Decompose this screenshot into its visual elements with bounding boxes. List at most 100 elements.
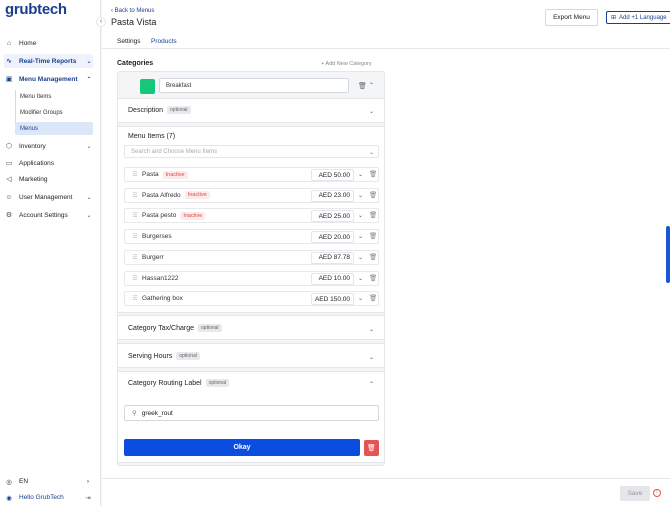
- menu-item-row[interactable]: ☰ Pasta pesto Inactive AED 25.00 ⌄ 🗑: [124, 208, 379, 224]
- chevron-down-icon: ⌄: [368, 150, 374, 156]
- trash-icon[interactable]: 🗑: [369, 274, 377, 282]
- delete-category-button[interactable]: 🗑: [364, 440, 379, 456]
- trash-icon[interactable]: 🗑: [369, 191, 377, 199]
- trash-icon[interactable]: 🗑: [358, 82, 367, 90]
- serving-hours-section[interactable]: Serving Hours optional ⌄: [118, 343, 384, 368]
- sidebar-item-label: Real-Time Reports: [19, 57, 77, 65]
- sidebar-collapse-button[interactable]: ‹: [96, 17, 106, 27]
- menu-item-price[interactable]: AED 10.00: [311, 272, 354, 285]
- category-color-swatch[interactable]: [140, 79, 155, 94]
- drag-handle-icon[interactable]: ☰: [128, 171, 142, 178]
- back-to-menus-link[interactable]: ‹ Back to Menus: [111, 8, 154, 14]
- trash-icon[interactable]: 🗑: [369, 253, 377, 261]
- megaphone-icon: ◁: [6, 176, 12, 183]
- trash-icon[interactable]: 🗑: [369, 211, 377, 219]
- sidebar-item-applications[interactable]: ▭ Applications: [4, 156, 93, 170]
- sidebar-item-inventory[interactable]: ⬡ Inventory ⌄: [4, 139, 93, 153]
- chevron-down-icon[interactable]: ⌄: [369, 354, 374, 361]
- sidebar-item-label: Menu Management: [19, 75, 78, 83]
- menu-item-name: Pasta pesto: [142, 212, 177, 220]
- chevron-down-icon[interactable]: ⌄: [358, 275, 363, 282]
- export-menu-button[interactable]: Export Menu: [545, 9, 598, 26]
- sidebar-item-real-time-reports[interactable]: ∿ Real-Time Reports ⌄: [4, 54, 93, 68]
- routing-label-title: Category Routing Label optional: [128, 379, 230, 387]
- chevron-down-icon[interactable]: ⌄: [358, 171, 363, 178]
- user-icon: ◉: [6, 494, 12, 502]
- language-selector[interactable]: ◎ EN ›: [4, 476, 92, 487]
- add-new-category-button[interactable]: + Add New Category: [321, 61, 372, 67]
- tax-title: Category Tax/Charge optional: [128, 324, 222, 332]
- drag-handle-icon[interactable]: ☰: [128, 212, 142, 219]
- drag-handle-icon[interactable]: ☰: [128, 233, 142, 240]
- optional-badge: optional: [176, 352, 200, 360]
- activity-icon: ∿: [6, 58, 12, 65]
- sidebar-item-marketing[interactable]: ◁ Marketing: [4, 172, 93, 186]
- chevron-down-icon: ⌄: [86, 194, 92, 201]
- chevron-down-icon[interactable]: ⌄: [358, 295, 363, 302]
- menu-item-price[interactable]: AED 87.78: [311, 251, 354, 264]
- user-profile[interactable]: ◉ Hello GrubTech ⇥: [4, 492, 92, 503]
- drag-handle-icon[interactable]: ☰: [128, 192, 142, 199]
- main-content: ‹ Back to Menus Pasta Vista Export Menu …: [102, 0, 670, 506]
- menu-item-row[interactable]: ☰ Pasta Alfredo Inactive AED 23.00 ⌄ 🗑: [124, 187, 379, 203]
- menu-item-price[interactable]: AED 20.00: [311, 231, 354, 244]
- menu-item-price[interactable]: AED 150.00: [311, 293, 354, 306]
- chevron-down-icon[interactable]: ⌄: [358, 212, 363, 219]
- chevron-up-icon[interactable]: ⌃: [369, 381, 374, 388]
- menu-item-price[interactable]: AED 25.00: [311, 210, 354, 223]
- description-section[interactable]: Description optional ⌄: [118, 98, 384, 123]
- drag-handle-icon[interactable]: ☰: [128, 275, 142, 282]
- page-scrollbar[interactable]: [666, 226, 670, 283]
- chevron-down-icon: ⌄: [86, 58, 92, 65]
- menu-item-row[interactable]: ☰ Burgerr AED 87.78 ⌄ 🗑: [124, 249, 379, 265]
- add-language-button[interactable]: ⊞ Add +1 Language: [606, 11, 670, 24]
- users-icon: ☺: [5, 193, 13, 201]
- menu-item-name: Hassan1222: [142, 274, 179, 282]
- menu-items-title: Menu Items (7): [128, 133, 176, 140]
- menu-item-row[interactable]: ☰ Gathering box AED 150.00 ⌄ 🗑: [124, 291, 379, 307]
- drag-handle-icon[interactable]: ☰: [128, 254, 142, 261]
- trash-icon[interactable]: 🗑: [369, 294, 377, 302]
- menu-item-price[interactable]: AED 50.00: [311, 169, 354, 181]
- sidebar-subitem-menu-items[interactable]: Menu Items: [15, 90, 93, 103]
- chevron-down-icon[interactable]: ⌄: [369, 326, 374, 333]
- chevron-down-icon[interactable]: ⌄: [358, 254, 363, 261]
- inactive-badge: Inactive: [184, 191, 210, 200]
- tax-section[interactable]: Category Tax/Charge optional ⌄: [118, 315, 384, 340]
- search-icon: ⚲: [132, 410, 137, 417]
- menu-item-name: Burgerr: [142, 253, 164, 261]
- serving-hours-title: Serving Hours optional: [128, 352, 200, 360]
- book-icon: ▣: [5, 76, 13, 83]
- menu-item-row[interactable]: ☰ Burgerses AED 20.00 ⌄ 🗑: [124, 229, 379, 245]
- sidebar-item-label: Applications: [19, 159, 55, 167]
- sidebar-subitem-menus[interactable]: Menus: [15, 122, 93, 135]
- sidebar-item-user-management[interactable]: ☺ User Management ⌄: [4, 190, 93, 204]
- sidebar-item-home[interactable]: ⌂ Home: [4, 36, 93, 50]
- save-button[interactable]: Save: [620, 486, 650, 501]
- trash-icon[interactable]: 🗑: [369, 170, 377, 178]
- sidebar-item-label: Marketing: [19, 175, 48, 183]
- sidebar-item-label: Home: [19, 39, 37, 47]
- okay-button[interactable]: Okay: [124, 439, 360, 456]
- sidebar-subitem-modifier-groups[interactable]: Modifier Groups: [15, 106, 93, 119]
- sidebar-item-menu-management[interactable]: ▣ Menu Management ⌃: [4, 72, 93, 86]
- trash-icon[interactable]: 🗑: [369, 232, 377, 240]
- category-name-input[interactable]: Breakfast: [159, 78, 349, 93]
- chevron-down-icon[interactable]: ⌄: [369, 108, 374, 115]
- optional-badge: optional: [167, 106, 191, 114]
- routing-label-input[interactable]: ⚲ greek_rout: [124, 405, 379, 421]
- chevron-down-icon[interactable]: ⌄: [358, 233, 363, 240]
- menu-items-search[interactable]: Search and Choose Menu Items ⌄: [124, 145, 379, 158]
- language-label: EN: [19, 478, 29, 485]
- info-icon[interactable]: !: [653, 489, 661, 497]
- drag-handle-icon[interactable]: ☰: [128, 295, 142, 302]
- grubtech-logo[interactable]: grubtech: [5, 1, 67, 18]
- menu-item-row[interactable]: ☰ Pasta Inactive AED 50.00 ⌄ 🗑: [124, 167, 379, 182]
- translate-icon: ⊞: [611, 15, 617, 21]
- sidebar-item-account-settings[interactable]: ⚙ Account Settings ⌄: [4, 208, 93, 222]
- chevron-down-icon[interactable]: ⌄: [358, 192, 363, 199]
- menu-item-row[interactable]: ☰ Hassan1222 AED 10.00 ⌄ 🗑: [124, 270, 379, 286]
- logout-icon[interactable]: ⇥: [84, 494, 92, 502]
- menu-item-price[interactable]: AED 23.00: [311, 189, 354, 202]
- chevron-up-icon[interactable]: ⌃: [369, 82, 374, 89]
